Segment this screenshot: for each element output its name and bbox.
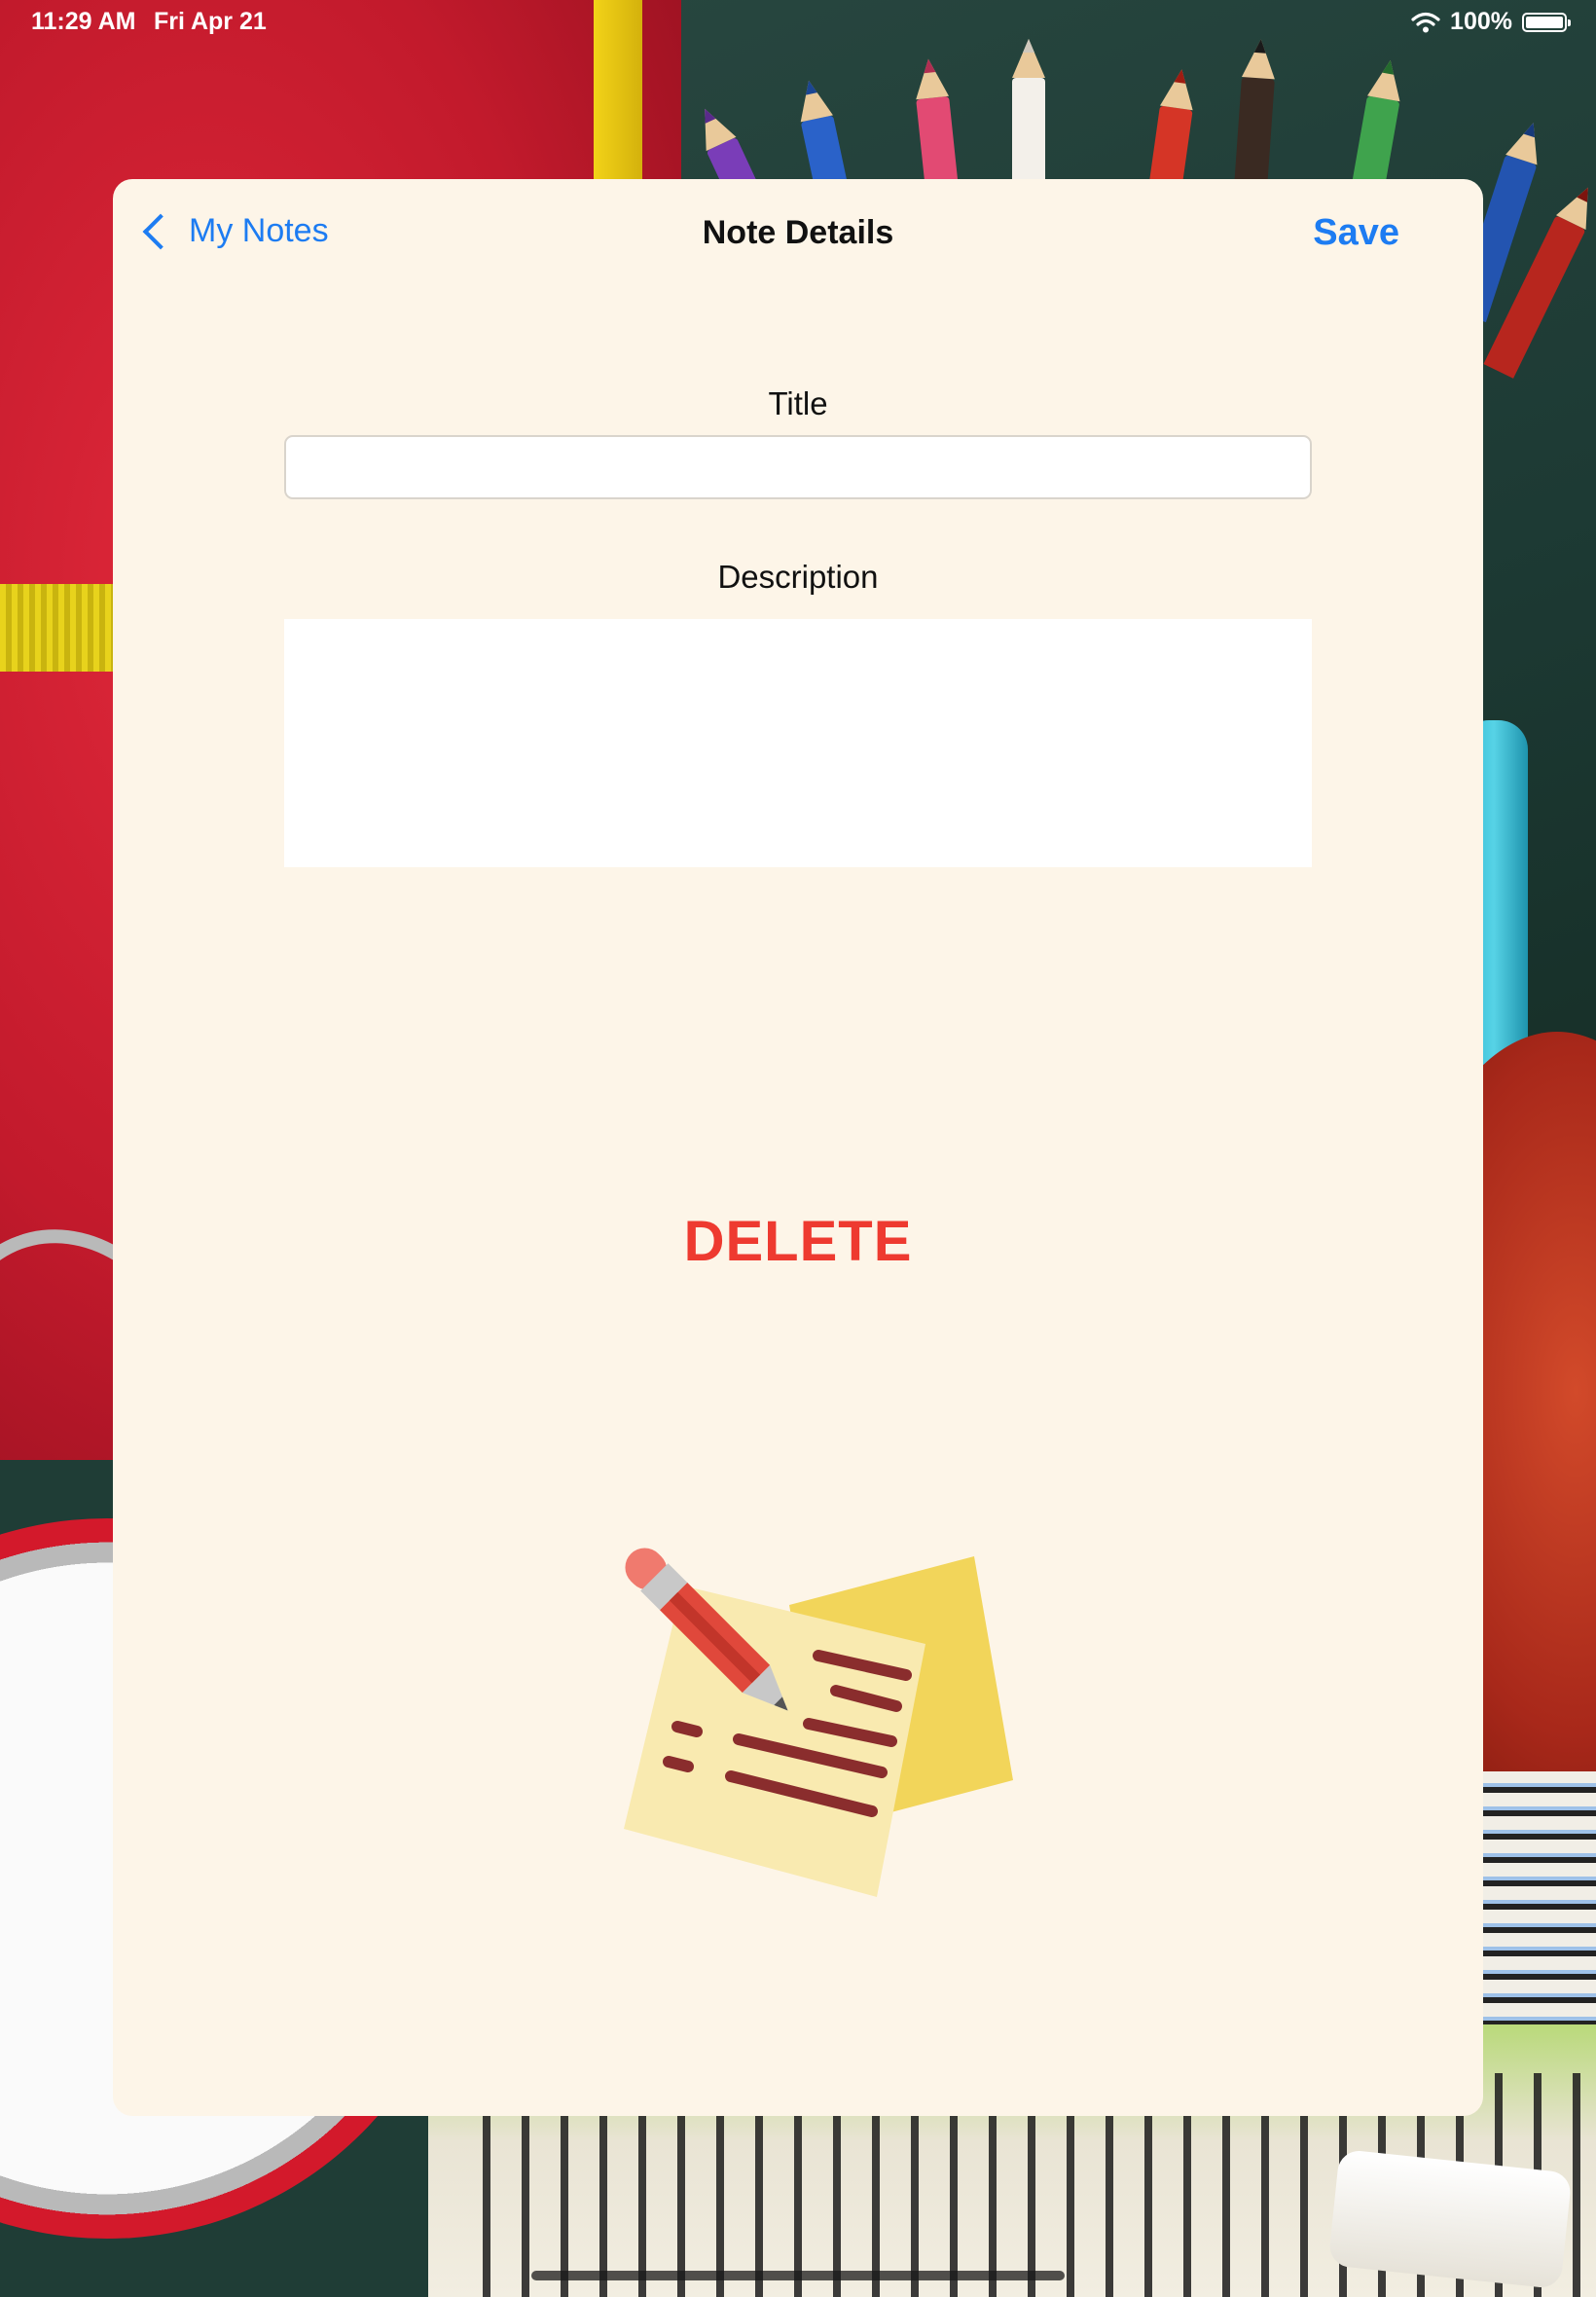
status-indicators: 100% xyxy=(1411,8,1571,36)
sticky-notes-pencil-illustration xyxy=(624,1548,1013,1897)
wifi-icon xyxy=(1411,12,1440,32)
description-label: Description xyxy=(717,559,879,595)
status-bar: 11:29 AM Fri Apr 21 100% xyxy=(0,0,1596,47)
description-input[interactable] xyxy=(284,619,1312,867)
eraser-background xyxy=(1327,2148,1573,2290)
status-date: Fri Apr 21 xyxy=(154,8,267,35)
status-time: 11:29 AM xyxy=(31,8,136,35)
title-input[interactable] xyxy=(284,435,1312,499)
delete-button[interactable]: DELETE xyxy=(113,1209,1483,1274)
home-indicator[interactable] xyxy=(531,2271,1065,2280)
battery-percent: 100% xyxy=(1450,8,1512,35)
note-details-sheet: My Notes Note Details Save Title Descrip… xyxy=(113,179,1483,2116)
title-label: Title xyxy=(768,385,828,421)
navigation-bar: My Notes Note Details Save xyxy=(113,179,1483,286)
battery-icon xyxy=(1522,12,1571,32)
save-button[interactable]: Save xyxy=(1313,212,1399,254)
page-title: Note Details xyxy=(702,214,894,251)
